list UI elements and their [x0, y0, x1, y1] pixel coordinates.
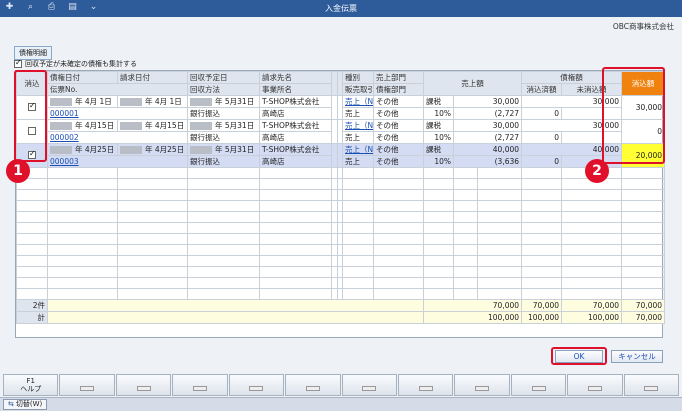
empty-row [16, 277, 666, 289]
col-saiken-bumon[interactable]: 債権部門 [373, 83, 424, 96]
fkey-5[interactable] [228, 374, 285, 396]
status-bar: ⇆ 切替(W) [0, 397, 682, 411]
empty-row [16, 255, 666, 267]
empty-row [16, 244, 666, 256]
col-jigyosho[interactable]: 事業所名 [259, 83, 332, 96]
col-shubetsu[interactable]: 種別 [342, 71, 374, 84]
col-kaishu-date[interactable]: 回収予定日 [187, 71, 260, 84]
fkey-10[interactable] [510, 374, 567, 396]
col-hanbai[interactable]: 販売取引 [342, 83, 374, 96]
empty-row [16, 211, 666, 223]
shubetsu-link[interactable]: 売上（N [342, 143, 374, 156]
callout-keshikomi-column [14, 70, 47, 162]
col-seikyu-date[interactable]: 請求日付 [117, 71, 188, 84]
col-uriage-gaku[interactable]: 売上額 [422, 71, 523, 96]
fkey-9[interactable] [454, 374, 510, 396]
denpyo-no-link[interactable]: 000002 [47, 131, 188, 144]
empty-row [16, 233, 666, 245]
denpyo-no-link[interactable]: 000003 [47, 155, 188, 168]
company-name: OBC商事株式会社 [612, 22, 674, 31]
fkey-3[interactable] [115, 374, 172, 396]
selected-total-row: 2件 70,000 70,000 70,000 70,000 [16, 299, 666, 312]
empty-row [16, 189, 666, 201]
col-kaishu-method[interactable]: 回収方法 [187, 83, 260, 96]
empty-row [16, 222, 666, 234]
receivables-grid: 消込 債権日付 請求日付 回収予定日 請求先名 種別 売上部門 売上額 債権額 … [15, 70, 666, 338]
switch-label: 切替(W) [15, 400, 43, 408]
col-saiken-date[interactable]: 債権日付 [47, 71, 118, 84]
empty-row [16, 178, 666, 190]
table-row[interactable]: 年 4月15日 年 4月15日 年 5月31日 T-SHOP株式会社 売上（N … [16, 119, 666, 144]
function-key-bar: F1 ヘルプ [3, 374, 680, 396]
table-row[interactable]: 年 4月 1日 年 4月 1日 年 5月31日 T-SHOP株式会社 売上（N … [16, 95, 666, 120]
shubetsu-link[interactable]: 売上（N [342, 119, 374, 132]
table-row[interactable]: 年 4月25日 年 4月25日 年 5月31日 T-SHOP株式会社 売上（N … [16, 143, 666, 168]
callout-badge-2: 2 [585, 159, 609, 183]
callout-keshikomi-amount [602, 67, 665, 164]
ok-button[interactable]: OK [555, 350, 603, 363]
fkey-12[interactable] [623, 374, 680, 396]
collect-checkbox[interactable] [14, 58, 22, 68]
title-bar: ✚ ⌕ ⎙ ▤ ⌄ 入金伝票 [0, 0, 682, 17]
fkey-7[interactable] [341, 374, 397, 396]
fkey-6[interactable] [285, 374, 341, 396]
denpyo-no-link[interactable]: 000001 [47, 107, 188, 120]
col-uriage-bumon[interactable]: 売上部門 [373, 71, 424, 84]
shubetsu-link[interactable]: 売上（N [342, 95, 374, 108]
fkey-4[interactable] [172, 374, 228, 396]
empty-row [16, 288, 666, 300]
col-denpyo-no[interactable]: 伝票No. [47, 83, 188, 96]
window-title: 入金伝票 [325, 4, 357, 13]
empty-row [16, 200, 666, 212]
col-keshikomi-zumi[interactable]: 消込済額 [521, 83, 563, 96]
fkey-1[interactable]: F1 ヘルプ [3, 374, 59, 396]
switch-icon: ⇆ [8, 400, 14, 408]
cancel-button[interactable]: キャンセル [611, 350, 663, 363]
col-seikyusaki[interactable]: 請求先名 [259, 71, 332, 84]
collect-checkbox-label: 回収予定が未確定の債権も集計する [25, 60, 137, 68]
grand-total-row: 計 100,000 100,000 100,000 70,000 [16, 311, 666, 324]
fkey-8[interactable] [397, 374, 454, 396]
fkey-2[interactable] [59, 374, 115, 396]
fkey-11[interactable] [567, 374, 623, 396]
empty-row [16, 167, 666, 179]
collect-unconfirmed-toggle[interactable]: 回収予定が未確定の債権も集計する [14, 58, 137, 69]
empty-row [16, 266, 666, 278]
callout-badge-1: 1 [6, 159, 30, 183]
switch-button[interactable]: ⇆ 切替(W) [3, 399, 48, 410]
